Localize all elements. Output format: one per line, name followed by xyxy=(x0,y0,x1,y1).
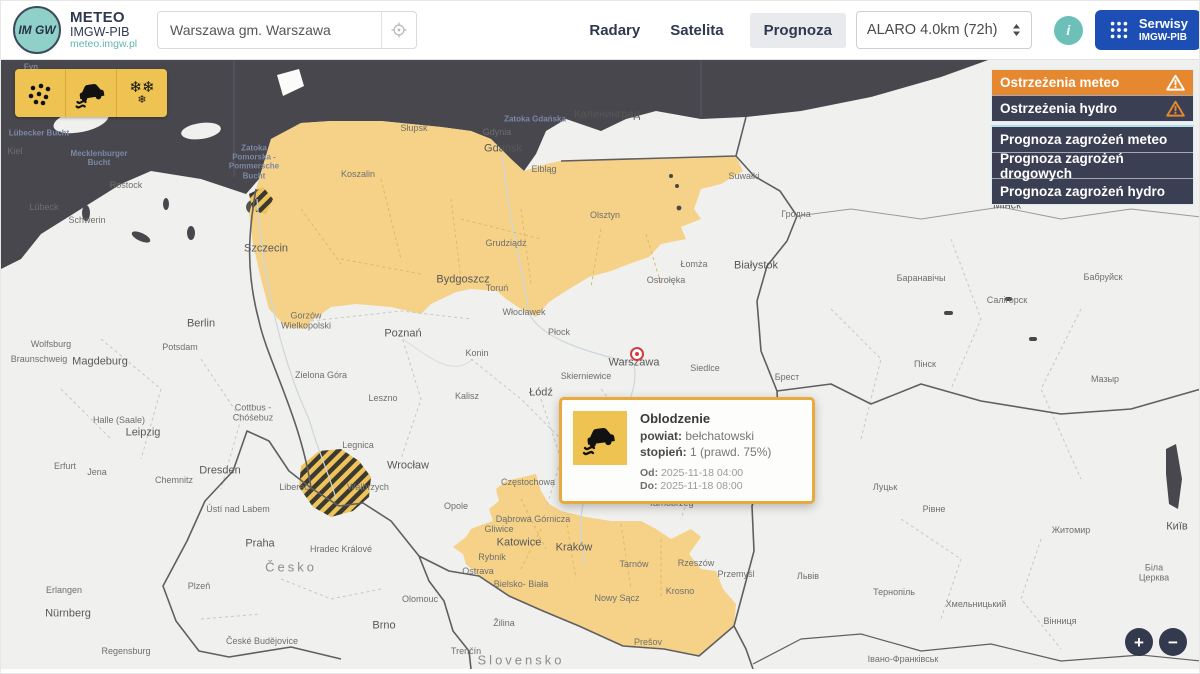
select-arrows-icon xyxy=(1012,23,1021,37)
map-zoom-controls: + − xyxy=(1125,628,1187,656)
map-canvas[interactable]: FynLübecker BuchtMecklenburger BuchtZato… xyxy=(1,59,1200,669)
warsaw-location-marker xyxy=(630,347,644,361)
tab-prognoza[interactable]: Prognoza xyxy=(750,13,846,48)
popup-date-from: Od: 2025-11-18 04:00 xyxy=(640,467,771,479)
logo-abbr: IM GW xyxy=(18,25,55,36)
logo-title: METEO xyxy=(70,10,137,26)
app-window: IM GW METEO IMGW-PIB meteo.imgw.pl Radar… xyxy=(0,0,1200,674)
services-label-2: IMGW-PIB xyxy=(1139,32,1188,43)
services-button[interactable]: Serwisy IMGW-PIB xyxy=(1095,10,1200,50)
menu-prognoza-zagrozen-meteo[interactable]: Prognoza zagrożeń meteo xyxy=(992,127,1193,152)
slippery-road-icon xyxy=(573,411,627,465)
popup-title: Oblodzenie xyxy=(640,411,771,426)
services-label-1: Serwisy xyxy=(1139,17,1188,31)
slippery-road-icon[interactable] xyxy=(65,69,116,117)
logo-subtitle: IMGW-PIB xyxy=(70,26,137,39)
imgw-logo[interactable]: IM GW METEO IMGW-PIB meteo.imgw.pl xyxy=(1,6,143,54)
warning-popup: Oblodzenie powiat: bełchatowski stopień:… xyxy=(559,397,815,504)
info-button[interactable]: i xyxy=(1054,16,1083,45)
imgw-logo-icon: IM GW xyxy=(13,6,61,54)
main-nav: Radary Satelita xyxy=(589,22,723,39)
top-header: IM GW METEO IMGW-PIB meteo.imgw.pl Radar… xyxy=(1,1,1200,60)
menu-ostrzezenia-hydro[interactable]: Ostrzeżenia hydro xyxy=(992,95,1193,121)
popup-field-stopien: stopień: 1 (prawd. 75%) xyxy=(640,445,771,459)
model-select[interactable]: ALARO 4.0km (72h) xyxy=(856,11,1032,49)
warning-triangle-icon xyxy=(1166,100,1185,117)
geolocate-button[interactable] xyxy=(381,12,416,48)
menu-prognoza-zagrozen-hydro[interactable]: Prognoza zagrożeń hydro xyxy=(992,178,1193,204)
freezing-drizzle-icon[interactable] xyxy=(15,69,65,117)
location-search xyxy=(157,11,417,49)
popup-date-to: Do: 2025-11-18 08:00 xyxy=(640,480,771,492)
warning-triangle-icon xyxy=(1166,74,1185,91)
zoom-in-button[interactable]: + xyxy=(1125,628,1153,656)
nav-satelita[interactable]: Satelita xyxy=(670,22,723,39)
zoom-out-button[interactable]: − xyxy=(1159,628,1187,656)
logo-url: meteo.imgw.pl xyxy=(70,39,137,50)
snowfall-icon[interactable]: ❄❄❄ xyxy=(116,69,167,117)
geolocate-icon xyxy=(390,21,408,39)
nav-radary[interactable]: Radary xyxy=(589,22,640,39)
menu-ostrzezenia-meteo[interactable]: Ostrzeżenia meteo xyxy=(992,70,1193,95)
grid-icon xyxy=(1108,19,1130,41)
warning-type-toolbar: ❄❄❄ xyxy=(15,69,167,117)
model-select-value: ALARO 4.0km (72h) xyxy=(867,22,998,38)
menu-prognoza-zagrozen-drogowych[interactable]: Prognoza zagrożeń drogowych xyxy=(992,152,1193,178)
warnings-menu: Ostrzeżenia meteo Ostrzeżenia hydro Prog… xyxy=(991,69,1194,205)
search-input[interactable] xyxy=(158,22,381,38)
popup-field-powiat: powiat: bełchatowski xyxy=(640,429,771,443)
